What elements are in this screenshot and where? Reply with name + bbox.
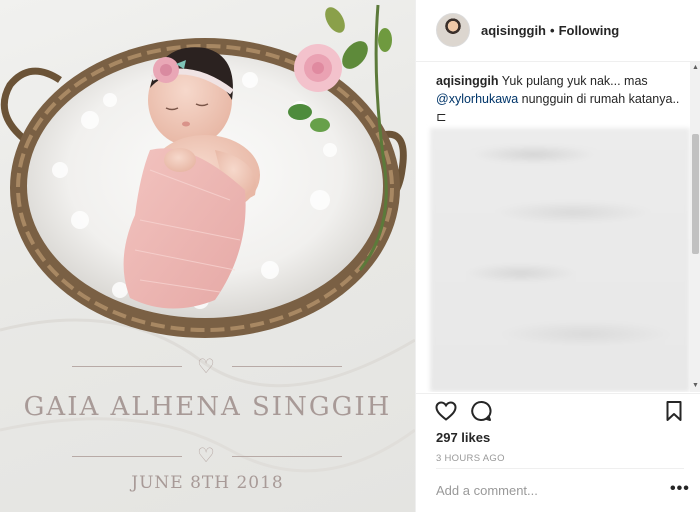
post-photo[interactable]: ♡ GAIA ALHENA SINGGIH ♡ JUNE 8TH 2018 (0, 0, 415, 512)
action-bar (416, 396, 700, 426)
bookmark-icon[interactable] (662, 399, 686, 423)
divider (416, 393, 700, 394)
post-side-panel: aqisinggih • Following aqisinggih Yuk pu… (415, 0, 700, 512)
caption-emoji: ⊏ (436, 110, 447, 124)
decorative-line (232, 366, 342, 367)
divider (436, 468, 684, 469)
decorative-line (72, 366, 182, 367)
post-caption: aqisinggih Yuk pulang yuk nak... mas @xy… (436, 72, 684, 126)
scroll-thumb[interactable] (692, 134, 699, 254)
speech-bubble-icon[interactable] (469, 399, 493, 423)
scroll-up-arrow-icon[interactable]: ▲ (690, 62, 700, 74)
heart-outline-icon[interactable] (434, 399, 458, 423)
post-timestamp[interactable]: 3 HOURS AGO (436, 453, 505, 464)
add-comment-input[interactable] (436, 483, 636, 498)
following-button[interactable]: Following (559, 23, 620, 38)
caption-text-before: Yuk pulang yuk nak... mas (498, 74, 648, 88)
header-username[interactable]: aqisinggih (481, 23, 546, 38)
scroll-down-arrow-icon[interactable]: ▼ (690, 380, 700, 392)
decorative-line (232, 456, 342, 457)
heart-decoration-icon: ♡ (197, 354, 215, 378)
caption-text-after: nungguin di rumah katanya.. (518, 92, 680, 106)
blurred-comments (430, 128, 690, 392)
baby-basket-illustration (0, 4, 415, 473)
avatar[interactable] (436, 13, 470, 47)
photo-name-text: GAIA ALHENA SINGGIH (23, 392, 392, 422)
post-header: aqisinggih • Following (416, 0, 700, 60)
header-separator: • (550, 22, 555, 38)
more-options-button[interactable]: ••• (670, 480, 690, 498)
photo-date-text: JUNE 8TH 2018 (131, 473, 284, 493)
likes-count[interactable]: 297 likes (436, 430, 490, 445)
decorative-line (72, 456, 182, 457)
heart-decoration-icon: ♡ (197, 443, 215, 467)
caption-mention-link[interactable]: @xylorhukawa (436, 92, 518, 106)
caption-username[interactable]: aqisinggih (436, 74, 499, 88)
comments-area[interactable]: aqisinggih Yuk pulang yuk nak... mas @xy… (416, 62, 700, 392)
comments-scrollbar[interactable]: ▲ ▼ (690, 62, 700, 392)
